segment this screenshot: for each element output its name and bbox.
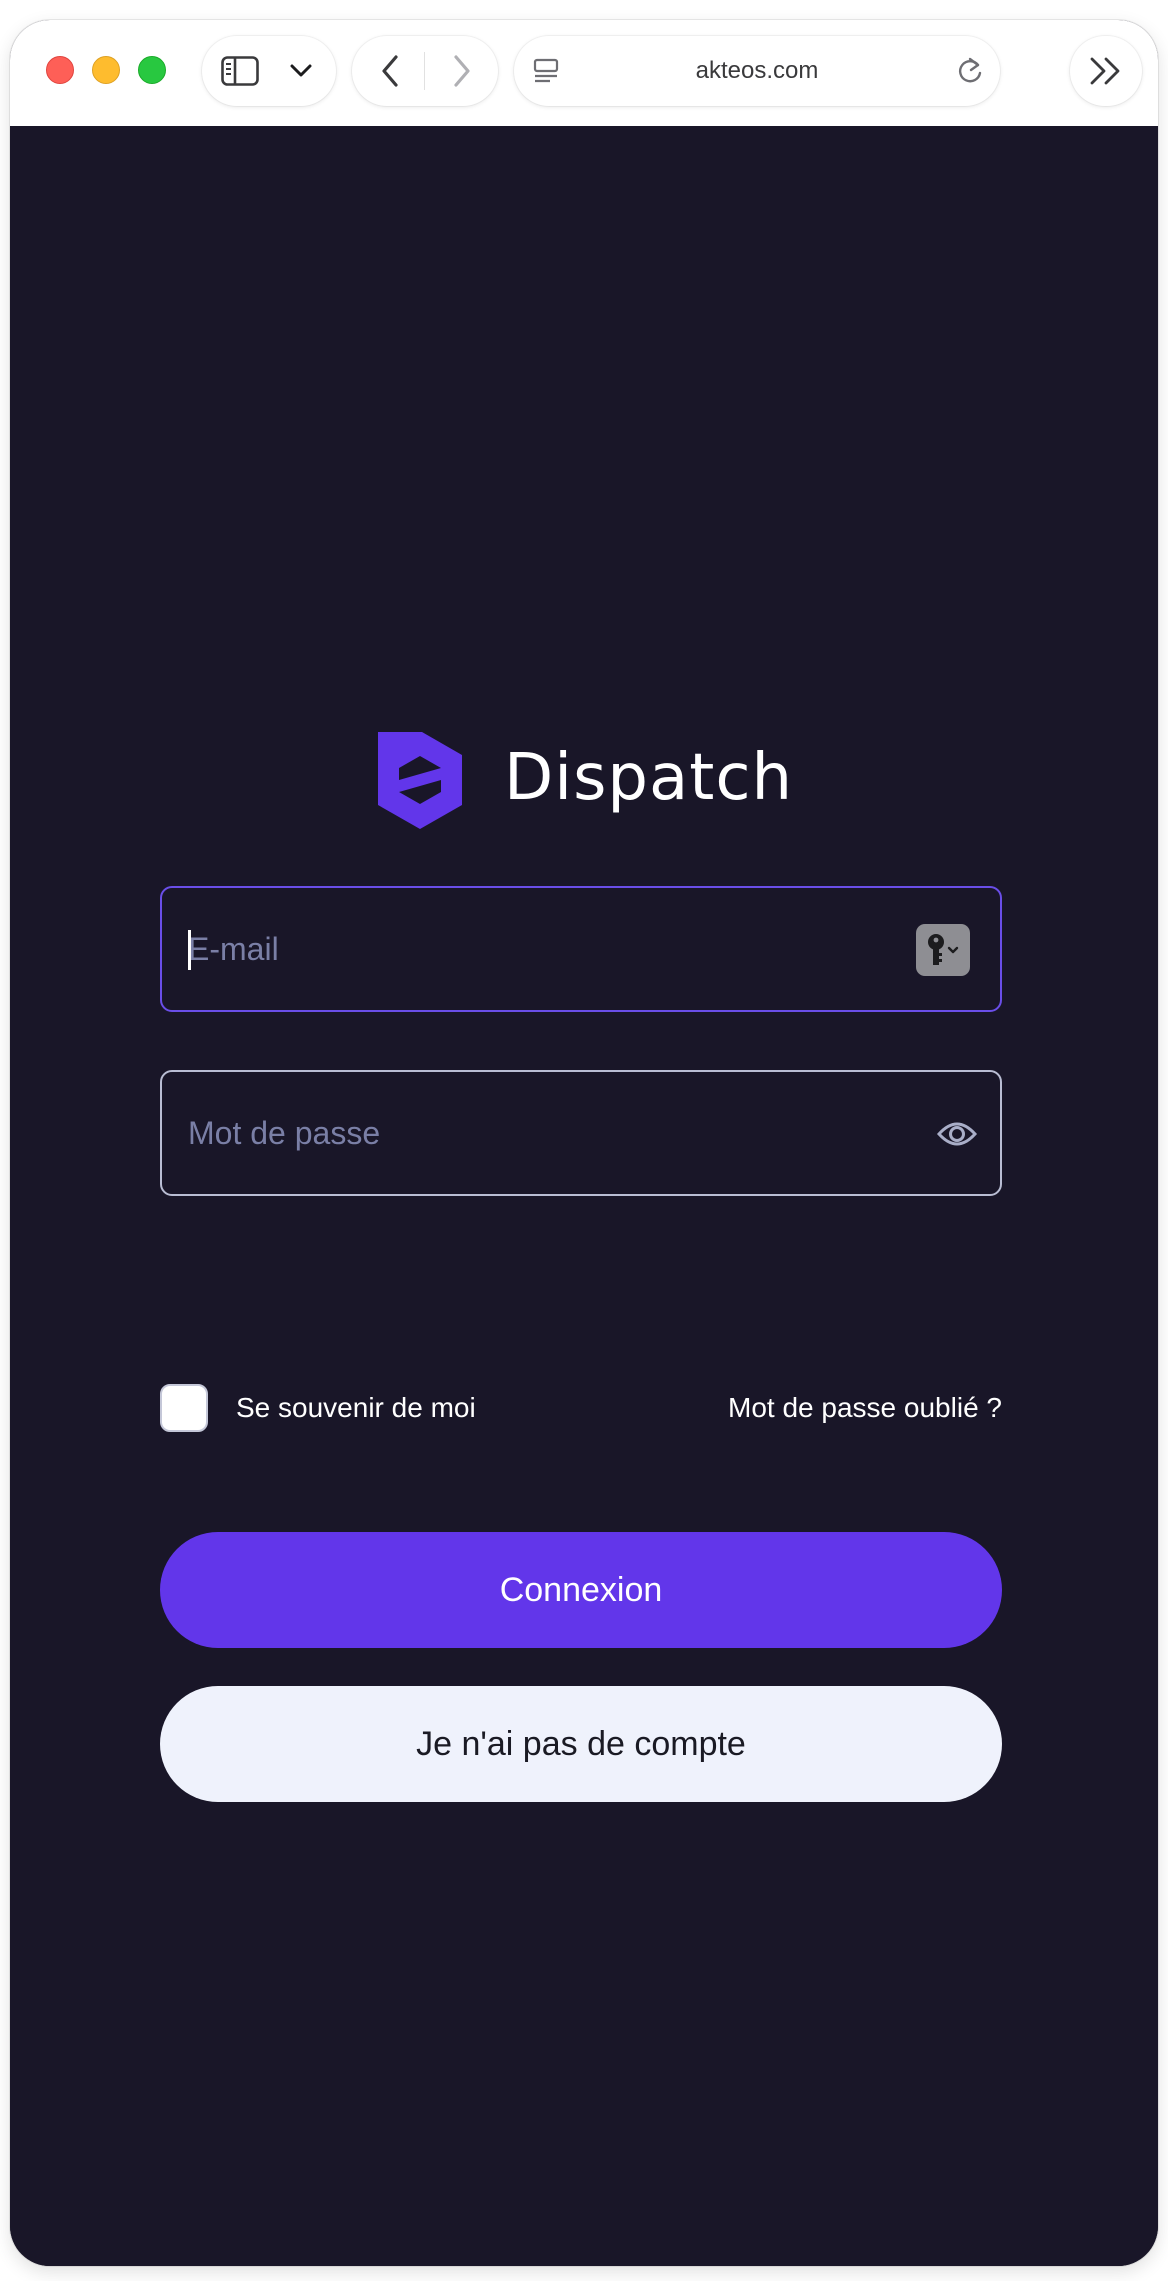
close-window-button[interactable] bbox=[46, 56, 74, 84]
address-bar[interactable]: akteos.com bbox=[514, 36, 1000, 106]
email-field[interactable] bbox=[160, 886, 1002, 1012]
remember-label[interactable]: Se souvenir de moi bbox=[236, 1384, 476, 1432]
sidebar-control bbox=[202, 36, 336, 106]
key-icon[interactable] bbox=[916, 924, 970, 976]
dispatch-logo bbox=[375, 730, 465, 830]
sidebar-icon[interactable] bbox=[220, 51, 260, 91]
browser-toolbar: akteos.com bbox=[10, 20, 1158, 126]
forward-arrow-icon[interactable] bbox=[442, 51, 482, 91]
browser-window: akteos.com Dispatch E-mail Se souvenir d… bbox=[10, 20, 1158, 2266]
back-arrow-icon[interactable] bbox=[370, 51, 410, 91]
no-account-button[interactable]: Je n'ai pas de compte bbox=[160, 1686, 1002, 1802]
chevron-down-icon[interactable] bbox=[286, 56, 316, 86]
navigation-controls bbox=[352, 36, 498, 106]
remember-row: Se souvenir de moi Mot de passe oublié ? bbox=[160, 1384, 1002, 1434]
eye-icon[interactable] bbox=[934, 1112, 980, 1156]
login-page: Dispatch E-mail Se souvenir de moi Mot d… bbox=[10, 126, 1158, 2266]
double-chevron-icon[interactable] bbox=[1086, 53, 1126, 89]
url-text[interactable]: akteos.com bbox=[514, 36, 1000, 106]
email-input[interactable] bbox=[188, 888, 888, 1010]
minimize-window-button[interactable] bbox=[92, 56, 120, 84]
more-tabs-control bbox=[1070, 36, 1142, 106]
login-button[interactable]: Connexion bbox=[160, 1532, 1002, 1648]
nav-divider bbox=[424, 52, 425, 90]
forgot-password-link[interactable]: Mot de passe oublié ? bbox=[728, 1384, 1002, 1432]
text-caret bbox=[188, 930, 191, 970]
maximize-window-button[interactable] bbox=[138, 56, 166, 84]
password-input[interactable] bbox=[188, 1072, 888, 1194]
password-field[interactable] bbox=[160, 1070, 1002, 1196]
remember-checkbox[interactable] bbox=[160, 1384, 208, 1432]
brand-name: Dispatch bbox=[504, 741, 794, 815]
reload-icon[interactable] bbox=[952, 53, 988, 89]
